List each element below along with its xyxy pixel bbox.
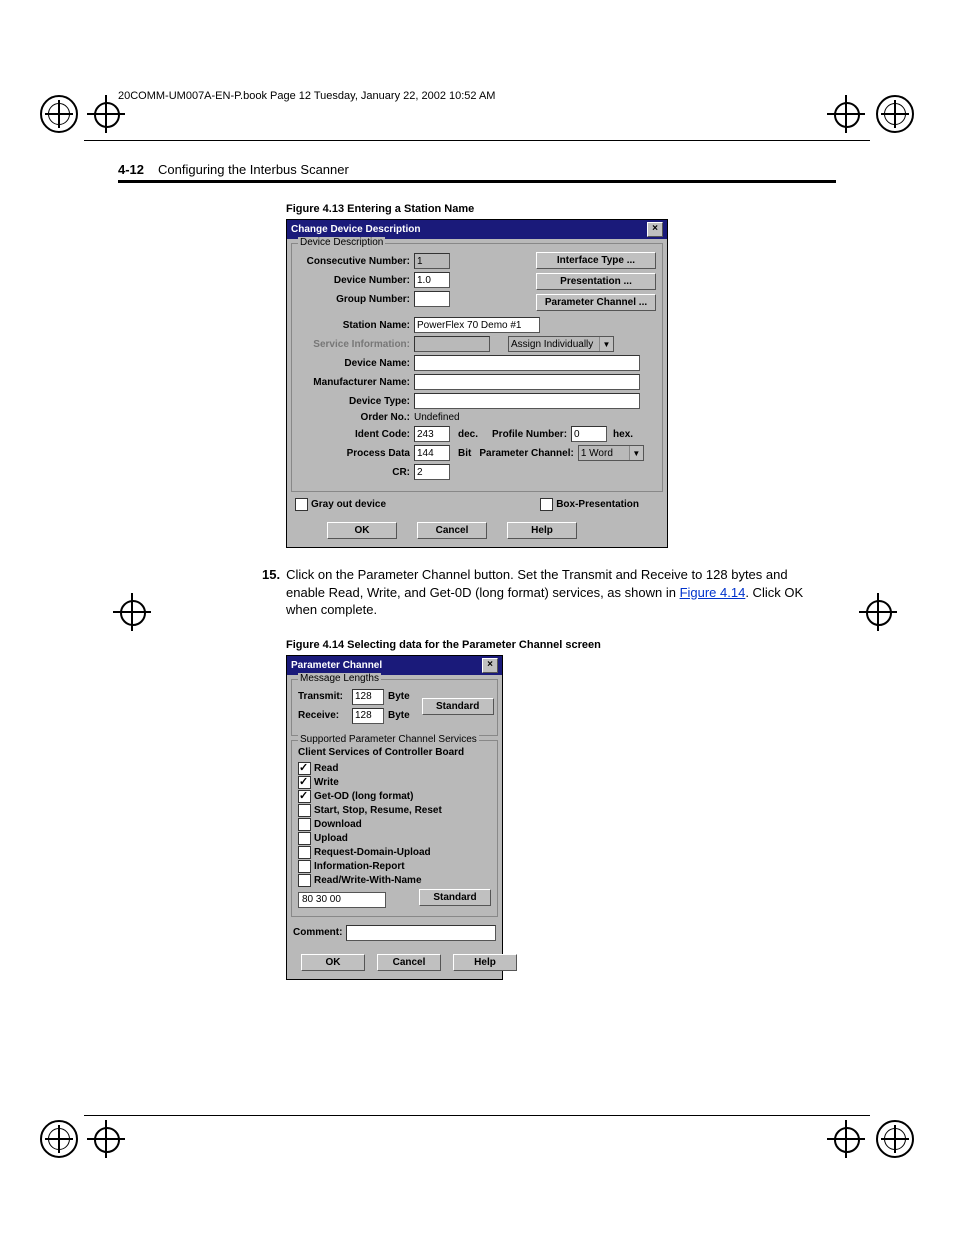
cancel-button[interactable]: Cancel: [377, 954, 441, 971]
device-description-group: Device Description Consecutive Number:1 …: [291, 243, 663, 492]
ident-code-input[interactable]: 243: [414, 426, 450, 442]
crop-circle-tr: [876, 95, 914, 133]
device-type-input[interactable]: [414, 393, 640, 409]
chevron-down-icon: ▼: [599, 337, 613, 351]
section-header: 4-12 Configuring the Interbus Scanner: [118, 162, 836, 183]
crop-target-tr: [832, 100, 862, 130]
groupbox-label: Device Description: [298, 237, 385, 248]
crop-circle-tl: [40, 95, 78, 133]
comment-input[interactable]: [346, 925, 496, 941]
groupbox-label: Message Lengths: [298, 673, 381, 684]
device-name-label: Device Name:: [298, 358, 410, 369]
consecutive-input[interactable]: 1: [414, 253, 450, 269]
service-info-label: Service Information:: [298, 339, 410, 350]
box-presentation-checkbox[interactable]: Box-Presentation: [540, 498, 639, 511]
device-name-input[interactable]: [414, 355, 640, 371]
process-data-input[interactable]: 144: [414, 445, 450, 461]
figure-4-14-caption: Figure 4.14 Selecting data for the Param…: [286, 639, 836, 651]
download-checkbox[interactable]: Download: [298, 818, 491, 831]
read-write-with-name-checkbox[interactable]: Read/Write-With-Name: [298, 874, 491, 887]
help-button[interactable]: Help: [507, 522, 577, 539]
station-name-label: Station Name:: [298, 320, 410, 331]
ok-button[interactable]: OK: [301, 954, 365, 971]
read-checkbox[interactable]: Read: [298, 762, 491, 775]
ok-button[interactable]: OK: [327, 522, 397, 539]
standard-button-2[interactable]: Standard: [419, 889, 491, 906]
crop-line-bottom: [84, 1115, 870, 1116]
comment-label: Comment:: [293, 927, 342, 938]
chevron-down-icon: ▼: [629, 446, 643, 460]
receive-label: Receive:: [298, 710, 352, 721]
consecutive-label: Consecutive Number:: [298, 256, 410, 267]
crop-target-br: [832, 1125, 862, 1155]
dialog2-title: Parameter Channel: [291, 660, 382, 671]
manufacturer-name-label: Manufacturer Name:: [298, 377, 410, 388]
order-no-value: Undefined: [414, 412, 460, 423]
service-info-input[interactable]: [414, 336, 490, 352]
change-device-description-dialog: Change Device Description × Device Descr…: [286, 219, 668, 548]
order-no-label: Order No.:: [298, 412, 410, 423]
crop-circle-bl: [40, 1120, 78, 1158]
device-number-label: Device Number:: [298, 275, 410, 286]
process-data-unit: Bit: [458, 448, 471, 459]
start-stop-checkbox[interactable]: Start, Stop, Resume, Reset: [298, 804, 491, 817]
groupbox-label: Supported Parameter Channel Services: [298, 734, 479, 745]
figure-4-13-caption: Figure 4.13 Entering a Station Name: [286, 203, 836, 215]
parameter-channel-button[interactable]: Parameter Channel ...: [536, 294, 656, 311]
write-checkbox[interactable]: Write: [298, 776, 491, 789]
section-number: 4-12: [118, 162, 144, 177]
close-icon[interactable]: ×: [647, 222, 663, 237]
parameter-channel-dialog: Parameter Channel × Message Lengths Tran…: [286, 655, 503, 980]
profile-unit: hex.: [613, 429, 633, 440]
cr-input[interactable]: 2: [414, 464, 450, 480]
figure-4-14-link[interactable]: Figure 4.14: [680, 585, 746, 600]
byte-label: Byte: [388, 691, 410, 702]
service-info-dropdown[interactable]: Assign Individually▼: [508, 336, 614, 352]
dialog-title: Change Device Description: [291, 224, 420, 235]
information-report-checkbox[interactable]: Information-Report: [298, 860, 491, 873]
crop-target-mr: [864, 598, 894, 628]
request-domain-upload-checkbox[interactable]: Request-Domain-Upload: [298, 846, 491, 859]
ident-code-label: Ident Code:: [298, 429, 410, 440]
crop-target-bl: [92, 1125, 122, 1155]
client-services-header: Client Services of Controller Board: [298, 747, 491, 758]
receive-input[interactable]: 128: [352, 708, 384, 724]
param-channel-label: Parameter Channel:: [479, 448, 573, 459]
section-title: Configuring the Interbus Scanner: [158, 162, 349, 177]
close-icon[interactable]: ×: [482, 658, 498, 673]
byte-label: Byte: [388, 710, 410, 721]
transmit-input[interactable]: 128: [352, 689, 384, 705]
upload-checkbox[interactable]: Upload: [298, 832, 491, 845]
supported-services-group: Supported Parameter Channel Services Cli…: [291, 740, 498, 917]
message-lengths-group: Message Lengths Transmit:128Byte Receive…: [291, 679, 498, 736]
interface-type-button[interactable]: Interface Type ...: [536, 252, 656, 269]
transmit-label: Transmit:: [298, 691, 352, 702]
presentation-button[interactable]: Presentation ...: [536, 273, 656, 290]
book-header: 20COMM-UM007A-EN-P.book Page 12 Tuesday,…: [118, 90, 836, 102]
profile-number-label: Profile Number:: [492, 429, 567, 440]
help-button[interactable]: Help: [453, 954, 517, 971]
service-code-display: 80 30 00: [298, 892, 386, 908]
group-number-input[interactable]: [414, 291, 450, 307]
manufacturer-name-input[interactable]: [414, 374, 640, 390]
device-type-label: Device Type:: [298, 396, 410, 407]
crop-circle-br: [876, 1120, 914, 1158]
process-data-label: Process Data: [298, 448, 410, 459]
get-od-checkbox[interactable]: Get-OD (long format): [298, 790, 491, 803]
standard-button[interactable]: Standard: [422, 698, 494, 715]
device-number-input[interactable]: 1.0: [414, 272, 450, 288]
param-channel-dropdown[interactable]: 1 Word▼: [578, 445, 644, 461]
step-number: 15.: [262, 567, 286, 582]
cr-label: CR:: [298, 467, 410, 478]
profile-number-input[interactable]: 0: [571, 426, 607, 442]
station-name-input[interactable]: PowerFlex 70 Demo #1: [414, 317, 540, 333]
cancel-button[interactable]: Cancel: [417, 522, 487, 539]
ident-unit: dec.: [458, 429, 478, 440]
step-15-text: 15.Click on the Parameter Channel button…: [286, 566, 806, 619]
group-number-label: Group Number:: [298, 294, 410, 305]
gray-out-checkbox[interactable]: Gray out device: [295, 498, 386, 511]
